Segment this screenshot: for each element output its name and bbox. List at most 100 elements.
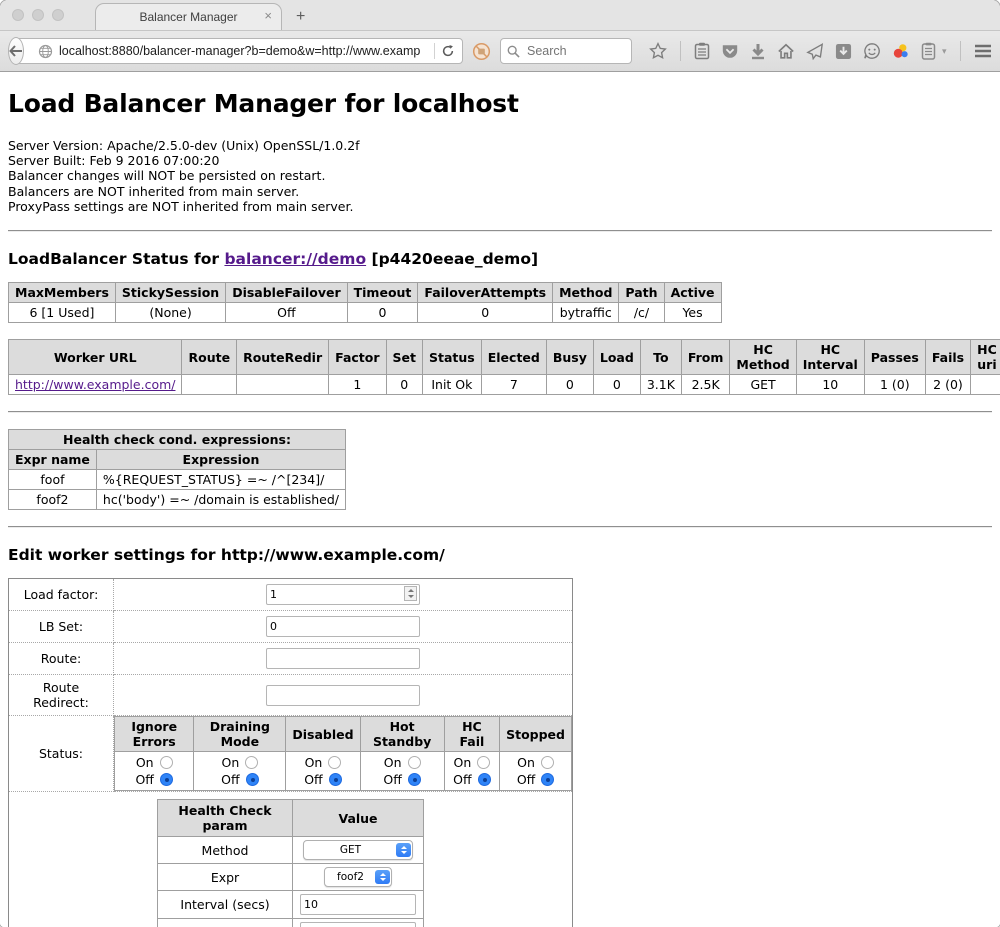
- search-input[interactable]: [525, 43, 619, 59]
- hc-interval-input[interactable]: [300, 894, 416, 915]
- column-header: Load: [593, 340, 640, 375]
- extension-color-dots-icon[interactable]: [892, 42, 910, 60]
- cell-hc-interval: 10: [796, 375, 864, 395]
- search-bar[interactable]: [500, 38, 632, 64]
- cell-factor: 1: [329, 375, 386, 395]
- column-header: Value: [293, 800, 424, 837]
- radio-off-label: Off: [304, 771, 322, 788]
- radio-off-label: Off: [453, 771, 471, 788]
- heading-suffix: [p4420eeae_demo]: [372, 250, 539, 268]
- form-row-route: Route:: [9, 643, 573, 675]
- load-factor-input[interactable]: [266, 584, 420, 605]
- status-stopped-cell: On Off: [500, 752, 572, 791]
- ignore-errors-on-radio[interactable]: [160, 756, 173, 769]
- route-redirect-label: Route Redirect:: [9, 675, 114, 716]
- cell-load: 0: [593, 375, 640, 395]
- route-redirect-input[interactable]: [266, 685, 420, 706]
- hc-fail-on-radio[interactable]: [477, 756, 490, 769]
- hot-standby-on-radio[interactable]: [408, 756, 421, 769]
- hc-passes-value-cell: [293, 919, 424, 927]
- radio-off-label: Off: [135, 771, 153, 788]
- stopped-off-radio[interactable]: [541, 773, 554, 786]
- server-version-line: Server Version: Apache/2.5.0-dev (Unix) …: [8, 138, 992, 153]
- column-header: Health Check param: [158, 800, 293, 837]
- hc-expr-label: Expr: [158, 864, 293, 891]
- lb-set-value-cell: [114, 611, 573, 643]
- lb-set-input[interactable]: [266, 616, 420, 637]
- edit-worker-form: Load factor: LB Set: Route:: [8, 578, 573, 927]
- hc-passes-input[interactable]: [300, 922, 416, 927]
- column-header: Ignore Errors: [115, 717, 194, 752]
- save-panel-icon[interactable]: [835, 43, 852, 60]
- status-disabled-cell: On Off: [286, 752, 360, 791]
- disabled-off-radio[interactable]: [329, 773, 342, 786]
- hc-passes-label: Passes trigger: [158, 919, 293, 927]
- route-redirect-value-cell: [114, 675, 573, 716]
- bookmarks-clipboard-icon[interactable]: [694, 42, 710, 60]
- expressions-table: Health check cond. expressions: Expr nam…: [8, 429, 346, 510]
- balancer-demo-link[interactable]: balancer://demo: [224, 250, 366, 268]
- download-icon[interactable]: [750, 43, 766, 60]
- clipboard-list-icon[interactable]: [921, 42, 936, 60]
- draining-mode-on-radio[interactable]: [245, 756, 258, 769]
- column-header: Draining Mode: [194, 717, 286, 752]
- expr-select[interactable]: foof2: [324, 867, 392, 887]
- cell-timeout: 0: [347, 303, 418, 323]
- cell-to: 3.1K: [640, 375, 681, 395]
- dropdown-caret-icon[interactable]: ▾: [942, 46, 947, 57]
- hc-fail-off-radio[interactable]: [478, 773, 491, 786]
- worker-table: Worker URL Route RouteRedir Factor Set S…: [8, 339, 1000, 395]
- status-label: Status:: [9, 716, 114, 792]
- back-button[interactable]: [8, 37, 24, 65]
- cell-status: Init Ok: [423, 375, 482, 395]
- window-controls[interactable]: [12, 9, 64, 21]
- cell-from: 2.5K: [681, 375, 730, 395]
- disabled-on-radio[interactable]: [328, 756, 341, 769]
- method-select[interactable]: GET: [303, 840, 413, 860]
- zoom-window-button[interactable]: [52, 9, 64, 21]
- urlbar-divider: [434, 43, 435, 59]
- pocket-icon[interactable]: [721, 43, 739, 60]
- reload-icon[interactable]: [441, 44, 455, 58]
- worker-url-link[interactable]: http://www.example.com/: [15, 377, 175, 392]
- minimize-window-button[interactable]: [32, 9, 44, 21]
- divider: [8, 526, 992, 528]
- column-header: HC Interval: [796, 340, 864, 375]
- column-header: Disabled: [286, 717, 360, 752]
- column-header: StickySession: [115, 283, 225, 303]
- column-header: Timeout: [347, 283, 418, 303]
- column-header: HC Fail: [444, 717, 499, 752]
- radio-on-label: On: [221, 754, 239, 771]
- url-text[interactable]: localhost:8880/balancer-manager?b=demo&w…: [59, 44, 428, 58]
- cell-method: bytraffic: [553, 303, 619, 323]
- route-input[interactable]: [266, 648, 420, 669]
- tab-close-icon[interactable]: ×: [264, 9, 272, 22]
- form-row-lb-set: LB Set:: [9, 611, 573, 643]
- chat-smiley-icon[interactable]: [863, 42, 881, 60]
- health-check-table: Health Check param Value Method GET: [157, 799, 424, 927]
- column-header: Route: [182, 340, 237, 375]
- draining-mode-off-radio[interactable]: [246, 773, 259, 786]
- bookmark-star-icon[interactable]: [649, 42, 667, 60]
- url-bar[interactable]: localhost:8880/balancer-manager?b=demo&w…: [15, 38, 463, 64]
- cell-disablefailover: Off: [226, 303, 347, 323]
- new-tab-button[interactable]: +: [296, 8, 305, 26]
- tab-balancer-manager[interactable]: Balancer Manager ×: [95, 3, 282, 30]
- form-row-load-factor: Load factor:: [9, 579, 573, 611]
- column-header: MaxMembers: [9, 283, 116, 303]
- content-blocked-icon[interactable]: [472, 42, 491, 61]
- radio-on-label: On: [517, 754, 535, 771]
- method-select-value: GET: [306, 844, 395, 856]
- hot-standby-off-radio[interactable]: [408, 773, 421, 786]
- stopped-on-radio[interactable]: [541, 756, 554, 769]
- cell-elected: 7: [481, 375, 546, 395]
- ignore-errors-off-radio[interactable]: [160, 773, 173, 786]
- column-header: FailoverAttempts: [418, 283, 553, 303]
- cell-hc-uri: [971, 375, 1000, 395]
- menu-hamburger-icon[interactable]: [974, 44, 992, 58]
- number-spinner-icon[interactable]: [404, 586, 417, 601]
- radio-off-label: Off: [221, 771, 239, 788]
- home-icon[interactable]: [777, 43, 795, 60]
- close-window-button[interactable]: [12, 9, 24, 21]
- send-icon[interactable]: [806, 43, 824, 60]
